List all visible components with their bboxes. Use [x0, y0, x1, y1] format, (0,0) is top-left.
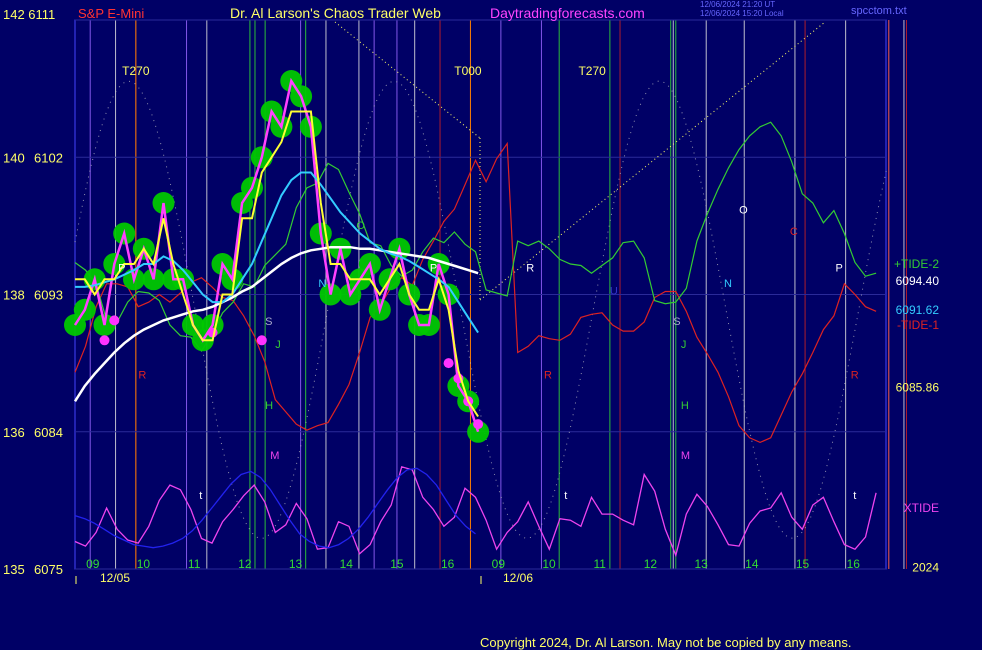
- x-hour-label-8: 09: [492, 557, 506, 571]
- x-hour-label-5: 14: [340, 557, 354, 571]
- right-label-4: 6085.86: [896, 381, 940, 395]
- x-hour-label-11: 12: [644, 557, 658, 571]
- x-hour-label-7: 16: [441, 557, 455, 571]
- cycle-marker-c-20: C: [790, 226, 798, 238]
- trend-line-down: [334, 21, 481, 139]
- right-label-2: 6091.62: [896, 303, 940, 317]
- magenta-pivot-1: [109, 315, 120, 326]
- right-label-1: 6094.40: [896, 274, 940, 288]
- cycle-marker-t-13: t: [564, 490, 567, 502]
- left-axis-left-3: 136: [3, 425, 25, 440]
- cycle-marker-m-17: M: [681, 450, 690, 462]
- cycle-marker-r-10: R: [526, 263, 534, 275]
- x-hour-label-12: 13: [694, 557, 708, 571]
- xtide-line: [74, 465, 877, 558]
- left-axis-right-2: 6093: [34, 288, 63, 303]
- data-file-name: spcctom.txt: [851, 5, 907, 17]
- x-hour-label-9: 10: [542, 557, 556, 571]
- page-title: Dr. Al Larson's Chaos Trader Web: [230, 5, 441, 21]
- top-label-t000-1: T000: [454, 64, 482, 78]
- cycle-marker-p-0: P: [118, 263, 125, 275]
- cycle-marker-s-14: S: [673, 316, 680, 328]
- x-hour-label-3: 12: [238, 557, 252, 571]
- cycle-marker-n-18: N: [724, 278, 732, 290]
- right-label-5: XTIDE: [904, 501, 939, 515]
- instrument-label: S&P E-Mini: [78, 6, 145, 21]
- x-hour-label-0: 09: [86, 557, 100, 571]
- price-series: [64, 70, 490, 443]
- cycle-marker-r-11: R: [544, 369, 552, 381]
- right-label-0: +TIDE-2: [894, 257, 939, 271]
- cycle-marker-j-3: J: [275, 339, 281, 351]
- magenta-pivot-3: [256, 335, 267, 346]
- blue-energy-line: [74, 467, 476, 549]
- magenta-pivot-4: [443, 358, 454, 369]
- right-labels: +TIDE-2 6094.40 6091.62-TIDE-1 6085.86 XTIDE…: [894, 257, 939, 574]
- left-axis-right-1: 6102: [34, 150, 63, 165]
- cycle-marker-h-16: H: [681, 400, 689, 412]
- cycle-marker-u-12: U: [610, 286, 618, 298]
- left-axis-right-4: 6075: [34, 562, 63, 577]
- x-hour-label-10: 11: [594, 557, 607, 571]
- cycle-marker-h-4: H: [265, 400, 273, 412]
- x-date-label-0: 12/05: [100, 571, 130, 585]
- x-hour-label-4: 13: [289, 557, 303, 571]
- axis-labels: 140 6102 138 6093 136 6084 135 6075 09 10 11 12 13 14…: [3, 150, 860, 585]
- timestamp-local: 12/06/2024 15:20 Local: [700, 9, 784, 18]
- x-hour-label-2: 11: [188, 557, 201, 571]
- cycle-marker-s-2: S: [265, 316, 272, 328]
- left-axis-right-3: 6084: [34, 425, 63, 440]
- cycle-marker-m-5: M: [270, 450, 279, 462]
- cycle-marker-t-23: t: [853, 490, 856, 502]
- left-axis-left-2: 138: [3, 288, 25, 303]
- magenta-pivot-0: [99, 335, 110, 346]
- site-link[interactable]: Daytradingforecasts.com: [490, 6, 645, 20]
- chart-svg: PRSJHMtNOP RRUtSJHMNOCPRtT270 T000 T270 140…: [3, 19, 939, 585]
- right-label-6: 2024: [912, 560, 939, 574]
- top-label-t270-2: T270: [578, 64, 606, 78]
- cycle-marker-p-9: P: [430, 263, 437, 275]
- cycle-marker-j-15: J: [681, 339, 687, 351]
- top-label-t270-0: T270: [122, 64, 150, 78]
- x-hour-label-6: 15: [390, 557, 404, 571]
- cycle-marker-r-1: R: [138, 369, 146, 381]
- left-axis-left-1: 140: [3, 150, 25, 165]
- trend-line-up: [479, 21, 826, 301]
- timestamp-ut: 12/06/2024 21:20 UT: [700, 0, 776, 9]
- x-hour-label-15: 16: [847, 557, 861, 571]
- copyright: Copyright 2024, Dr. Al Larson. May not b…: [480, 635, 852, 650]
- magenta-pivot-7: [473, 419, 484, 430]
- x-date-label-1: 12/06: [503, 571, 533, 585]
- cycle-marker-t-6: t: [199, 490, 202, 502]
- left-price-top: 142 6111: [3, 7, 56, 22]
- cycle-marker-n-7: N: [318, 278, 326, 290]
- cycle-marker-p-21: P: [836, 263, 843, 275]
- x-hour-label-1: 10: [137, 557, 151, 571]
- cycle-marker-o-8: O: [356, 220, 365, 232]
- cycle-marker-o-19: O: [739, 205, 748, 217]
- x-hour-label-14: 15: [796, 557, 810, 571]
- right-label-3: -TIDE-1: [897, 318, 939, 332]
- left-axis-left-4: 135: [3, 562, 25, 577]
- x-hour-label-13: 14: [745, 557, 759, 571]
- cycle-marker-r-22: R: [851, 369, 859, 381]
